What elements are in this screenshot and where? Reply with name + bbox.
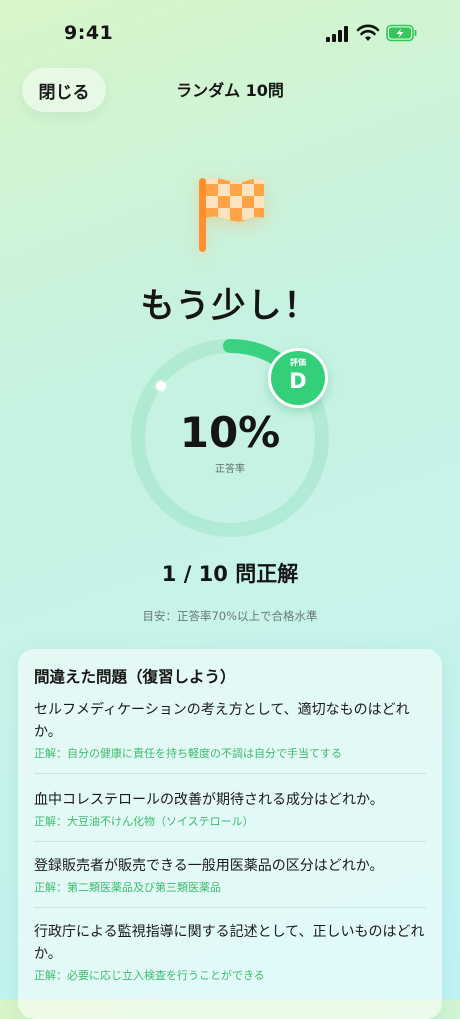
review-item[interactable]: 登録販売者が販売できる一般用医薬品の区分はどれか。 正解：第二類医薬品及び第三類…: [34, 855, 428, 895]
grade-label: 評価: [290, 358, 306, 367]
grade-badge: 評価 D: [268, 348, 328, 408]
review-item[interactable]: セルフメディケーションの考え方として、適切なものはどれか。 正解：自分の健康に責…: [34, 699, 428, 761]
checkered-flag-icon: [199, 178, 264, 252]
score-hint: 目安：正答率70%以上で合格水準: [142, 609, 318, 623]
divider: [34, 773, 426, 774]
signal-icon: [326, 26, 348, 42]
score-count: 1 / 10 問正解: [161, 562, 299, 586]
result-headline: もう少し！: [140, 286, 320, 326]
percent-value: 10%: [179, 408, 281, 457]
close-button[interactable]: 閉じる: [22, 68, 106, 112]
review-item[interactable]: 行政庁による監視指導に関する記述として、正しいものはどれか。 正解：必要に応じ立…: [34, 921, 428, 983]
percent-label: 正答率: [215, 464, 245, 475]
wifi-icon: [356, 24, 380, 41]
review-question: 行政庁による監視指導に関する記述として、正しいものはどれか。: [34, 924, 425, 962]
review-title: 間違えた問題（復習しよう）: [34, 668, 236, 686]
review-item[interactable]: 血中コレステロールの改善が期待される成分はどれか。 正解：大豆油不けん化物（ソイ…: [34, 789, 428, 829]
nav-bar: 閉じる ランダム 10問: [0, 62, 460, 118]
divider: [34, 841, 426, 842]
review-answer: 正解：大豆油不けん化物（ソイステロール）: [34, 815, 254, 828]
review-answer: 正解：自分の健康に責任を持ち軽度の不調は自分で手当てする: [34, 747, 342, 760]
review-answer: 正解：必要に応じ立入検査を行うことができる: [34, 969, 265, 982]
review-question: 登録販売者が販売できる一般用医薬品の区分はどれか。: [34, 858, 384, 874]
battery-icon: [386, 24, 417, 42]
review-question: セルフメディケーションの考え方として、適切なものはどれか。: [34, 702, 410, 740]
review-card: 間違えた問題（復習しよう） セルフメディケーションの考え方として、適切なものはど…: [18, 649, 442, 1019]
ring-marker-dot: [156, 381, 166, 391]
status-time: 9:41: [64, 22, 114, 44]
grade-value: D: [289, 369, 307, 393]
review-answer: 正解：第二類医薬品及び第三類医薬品: [34, 881, 221, 894]
status-bar: 9:41: [0, 0, 460, 64]
review-question: 血中コレステロールの改善が期待される成分はどれか。: [34, 792, 384, 808]
divider: [34, 907, 426, 908]
